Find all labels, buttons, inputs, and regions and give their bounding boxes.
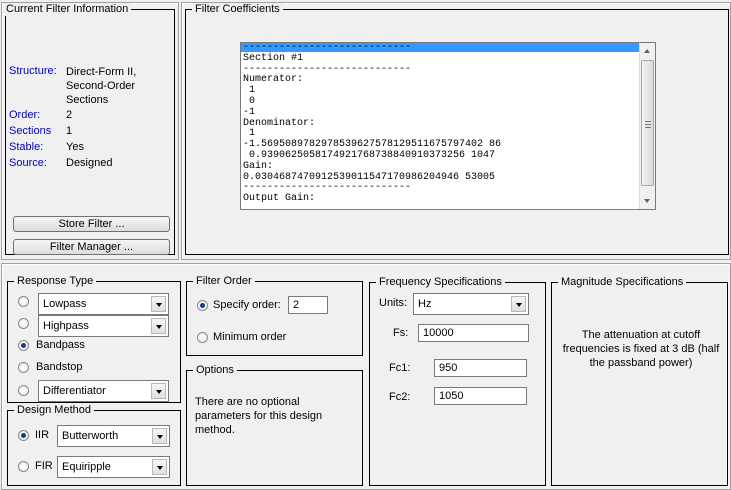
chevron-down-icon bbox=[511, 296, 526, 312]
scroll-down-arrow-icon[interactable] bbox=[640, 193, 655, 209]
bandstop-label[interactable]: Bandstop bbox=[36, 361, 82, 374]
chevron-down-icon bbox=[152, 428, 167, 444]
current-filter-title: Current Filter Information bbox=[3, 3, 132, 16]
filter-order-group: Filter Order bbox=[186, 275, 363, 356]
structure-value: Direct-Form II, Second-Order Sections bbox=[66, 66, 137, 106]
options-title: Options bbox=[193, 364, 237, 377]
stable-label: Stable: bbox=[9, 141, 44, 153]
fc2-input[interactable]: 1050 bbox=[434, 387, 527, 405]
chevron-down-icon bbox=[151, 383, 166, 399]
lowpass-radio[interactable] bbox=[18, 296, 29, 307]
response-type-title: Response Type bbox=[14, 275, 97, 288]
fir-method-value: Equiripple bbox=[62, 461, 111, 473]
magnitude-specs-group: Magnitude Specifications bbox=[551, 276, 728, 486]
grip-icon bbox=[645, 121, 651, 128]
options-text: There are no optional parameters for thi… bbox=[195, 396, 323, 436]
minimum-order-radio[interactable] bbox=[197, 332, 208, 343]
magnitude-specs-title: Magnitude Specifications bbox=[558, 276, 687, 289]
highpass-radio[interactable] bbox=[18, 318, 29, 329]
source-label: Source: bbox=[9, 157, 47, 169]
fc1-input[interactable]: 950 bbox=[434, 359, 527, 377]
fs-input[interactable]: 10000 bbox=[418, 324, 529, 342]
structure-label: Structure: bbox=[9, 65, 57, 77]
minimum-order-label[interactable]: Minimum order bbox=[213, 331, 286, 344]
bandstop-radio[interactable] bbox=[18, 362, 29, 373]
coefficients-scrollbar[interactable] bbox=[639, 43, 655, 209]
filter-order-title: Filter Order bbox=[193, 275, 255, 288]
iir-radio[interactable] bbox=[18, 430, 29, 441]
filter-manager-button[interactable]: Filter Manager ... bbox=[13, 239, 170, 255]
bandpass-radio[interactable] bbox=[18, 340, 29, 351]
specify-order-radio[interactable] bbox=[197, 300, 208, 311]
fir-method-select[interactable]: Equiripple bbox=[57, 456, 170, 478]
chevron-down-icon bbox=[151, 318, 166, 334]
units-label: Units: bbox=[379, 297, 408, 309]
highpass-select-value: Highpass bbox=[43, 320, 89, 332]
units-value: Hz bbox=[418, 298, 432, 310]
scroll-thumb[interactable] bbox=[641, 60, 654, 186]
chevron-down-icon bbox=[151, 296, 166, 312]
stable-value: Yes bbox=[66, 141, 84, 153]
scroll-up-arrow-icon[interactable] bbox=[640, 43, 655, 59]
specify-order-label[interactable]: Specify order: bbox=[213, 299, 281, 312]
units-select[interactable]: Hz bbox=[413, 293, 529, 315]
iir-method-value: Butterworth bbox=[62, 430, 119, 442]
highpass-select[interactable]: Highpass bbox=[38, 315, 169, 337]
fc2-label: Fc2: bbox=[389, 391, 411, 403]
bandpass-label[interactable]: Bandpass bbox=[36, 339, 85, 352]
order-label: Order: bbox=[9, 109, 41, 121]
coefficients-text: ---------------------------- Section #1 … bbox=[243, 42, 502, 205]
coefficients-title: Filter Coefficients bbox=[192, 3, 283, 16]
specify-order-input[interactable]: 2 bbox=[288, 296, 328, 314]
fir-label[interactable]: FIR bbox=[35, 460, 53, 473]
design-method-title: Design Method bbox=[14, 404, 94, 417]
iir-label[interactable]: IIR bbox=[35, 429, 49, 442]
chevron-down-icon bbox=[152, 459, 167, 475]
order-value: 2 bbox=[66, 109, 73, 121]
store-filter-button[interactable]: Store Filter ... bbox=[13, 216, 170, 232]
differentiator-select-value: Differentiator bbox=[43, 385, 106, 397]
lowpass-select-value: Lowpass bbox=[43, 298, 87, 310]
differentiator-radio[interactable] bbox=[18, 385, 29, 396]
magnitude-specs-text: The attenuation at cutoff frequencies is… bbox=[562, 329, 720, 369]
source-value: Designed bbox=[66, 157, 113, 169]
fir-radio[interactable] bbox=[18, 461, 29, 472]
iir-method-select[interactable]: Butterworth bbox=[57, 425, 170, 447]
fs-label: Fs: bbox=[393, 327, 409, 339]
fc1-label: Fc1: bbox=[389, 362, 411, 374]
sections-label: Sections bbox=[9, 125, 52, 137]
coefficients-listbox[interactable]: ---------------------------- Section #1 … bbox=[240, 42, 656, 210]
frequency-specs-title: Frequency Specifications bbox=[376, 276, 505, 289]
lowpass-select[interactable]: Lowpass bbox=[38, 293, 169, 315]
differentiator-select[interactable]: Differentiator bbox=[38, 380, 169, 402]
sections-value: 1 bbox=[66, 125, 73, 137]
